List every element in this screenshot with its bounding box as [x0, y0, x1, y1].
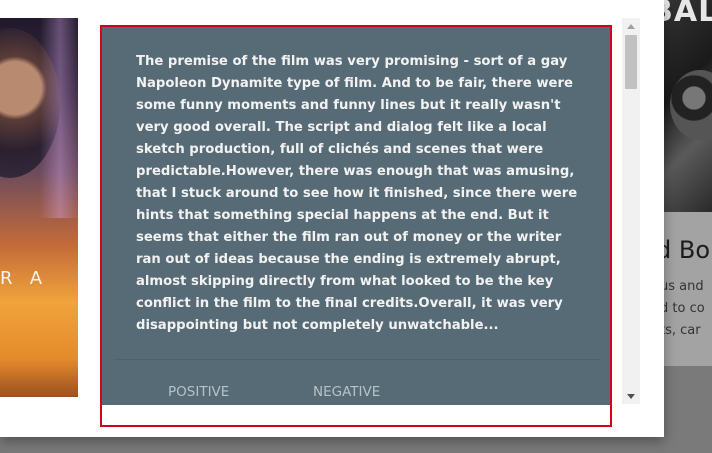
poster-car-image — [670, 70, 712, 140]
background-movie-title: d Bo — [656, 236, 711, 264]
review-text: The premise of the film was very promisi… — [136, 54, 578, 333]
scrollbar[interactable] — [622, 18, 640, 404]
background-description-line: us and — [660, 279, 704, 294]
background-movie-description: us and d to co ts, car — [660, 276, 705, 342]
card-divider — [114, 359, 600, 360]
review-dialog: RA The premise of the film was very prom… — [0, 0, 664, 437]
background-description-line: ts, car — [660, 323, 701, 338]
poster-title-letters: RA — [0, 268, 61, 289]
negative-button[interactable]: NEGATIVE — [313, 384, 380, 400]
scroll-down-arrow-icon[interactable] — [627, 394, 635, 399]
scroll-thumb[interactable] — [625, 35, 637, 89]
review-panel: The premise of the film was very promisi… — [100, 25, 612, 427]
review-card: The premise of the film was very promisi… — [102, 27, 610, 405]
positive-button[interactable]: POSITIVE — [168, 384, 229, 400]
scroll-up-arrow-icon[interactable] — [627, 24, 635, 29]
movie-poster: RA — [0, 18, 78, 397]
background-description-line: d to co — [660, 301, 705, 316]
poster-glow — [40, 18, 78, 218]
